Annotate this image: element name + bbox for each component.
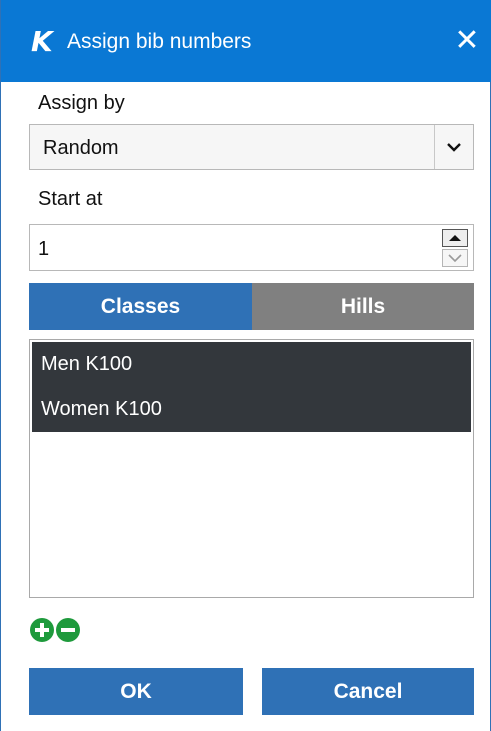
- spin-buttons: [440, 228, 470, 268]
- start-at-label: Start at: [38, 188, 103, 210]
- tab-bar: Classes Hills: [29, 283, 474, 330]
- title-bar: K Assign bib numbers ✕: [1, 0, 491, 82]
- start-at-spinbox[interactable]: 1: [29, 224, 474, 271]
- add-icon[interactable]: [30, 618, 54, 642]
- app-logo-icon: K: [31, 25, 53, 58]
- remove-icon[interactable]: [56, 618, 80, 642]
- assign-by-dropdown[interactable]: Random: [29, 124, 474, 170]
- cancel-button[interactable]: Cancel: [262, 668, 474, 715]
- tab-classes[interactable]: Classes: [29, 283, 252, 330]
- start-at-value[interactable]: 1: [38, 238, 49, 261]
- window-title: Assign bib numbers: [67, 30, 252, 53]
- list-item[interactable]: Women K100: [32, 387, 471, 432]
- spin-down-icon[interactable]: [442, 249, 468, 267]
- assign-by-selected-value: Random: [43, 137, 119, 159]
- assign-bib-numbers-dialog: K Assign bib numbers ✕ Assign by Random …: [0, 0, 491, 731]
- spin-up-icon[interactable]: [442, 229, 468, 247]
- ok-button[interactable]: OK: [29, 668, 243, 715]
- close-button[interactable]: ✕: [451, 25, 483, 57]
- list-item[interactable]: Men K100: [32, 342, 471, 387]
- tab-hills[interactable]: Hills: [252, 283, 474, 330]
- chevron-down-icon[interactable]: [435, 125, 473, 169]
- assign-by-label: Assign by: [38, 92, 125, 114]
- classes-list[interactable]: Men K100 Women K100: [29, 339, 474, 598]
